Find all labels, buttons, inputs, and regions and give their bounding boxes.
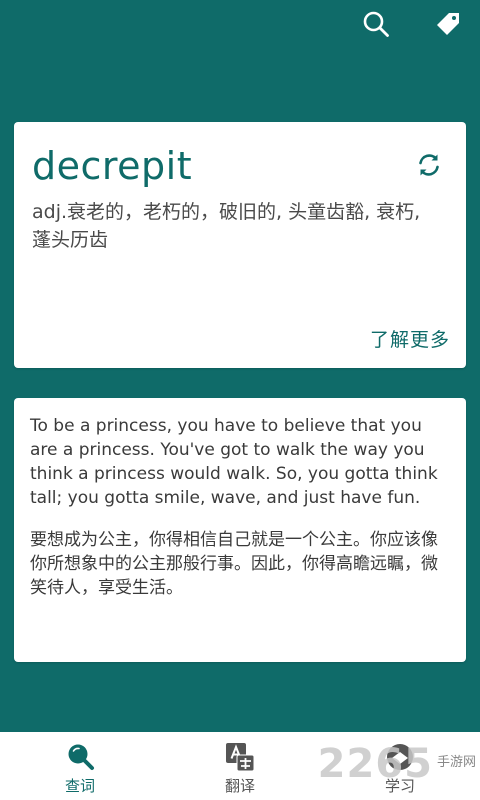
quote-english: To be a princess, you have to believe th… (30, 416, 438, 508)
app-screen: decrepit adj.衰老的，老朽的，破旧的, 头童齿豁, 衰朽, 蓬头历齿… (0, 0, 480, 800)
word-definition: adj.衰老的，老朽的，破旧的, 头童齿豁, 衰朽, 蓬头历齿 (32, 201, 421, 251)
tab-lookup-label: 查词 (64, 777, 95, 795)
word-card: decrepit adj.衰老的，老朽的，破旧的, 头童齿豁, 衰朽, 蓬头历齿… (14, 122, 466, 368)
quote-chinese: 要想成为公主，你得相信自己就是一个公主。你应该像你所想象中的公主那般行事。因此，… (30, 530, 438, 598)
tab-study[interactable]: 学习 (320, 732, 480, 800)
tag-icon[interactable] (432, 8, 464, 40)
tab-lookup[interactable]: 查词 (0, 732, 160, 800)
study-icon (383, 742, 417, 772)
tab-translate[interactable]: 翻译 (160, 732, 320, 800)
tab-study-label: 学习 (384, 777, 415, 795)
header-actions (360, 8, 464, 40)
search-icon[interactable] (360, 8, 392, 40)
learn-more-link[interactable]: 了解更多 (370, 328, 450, 352)
quote-card: To be a princess, you have to believe th… (14, 398, 466, 662)
tab-translate-label: 翻译 (224, 777, 255, 795)
word-title: decrepit (32, 144, 193, 188)
refresh-icon[interactable] (414, 150, 444, 180)
translate-icon (223, 742, 257, 772)
bottom-nav: 查词 翻译 学习 (0, 732, 480, 800)
magnifier-icon (63, 742, 97, 772)
